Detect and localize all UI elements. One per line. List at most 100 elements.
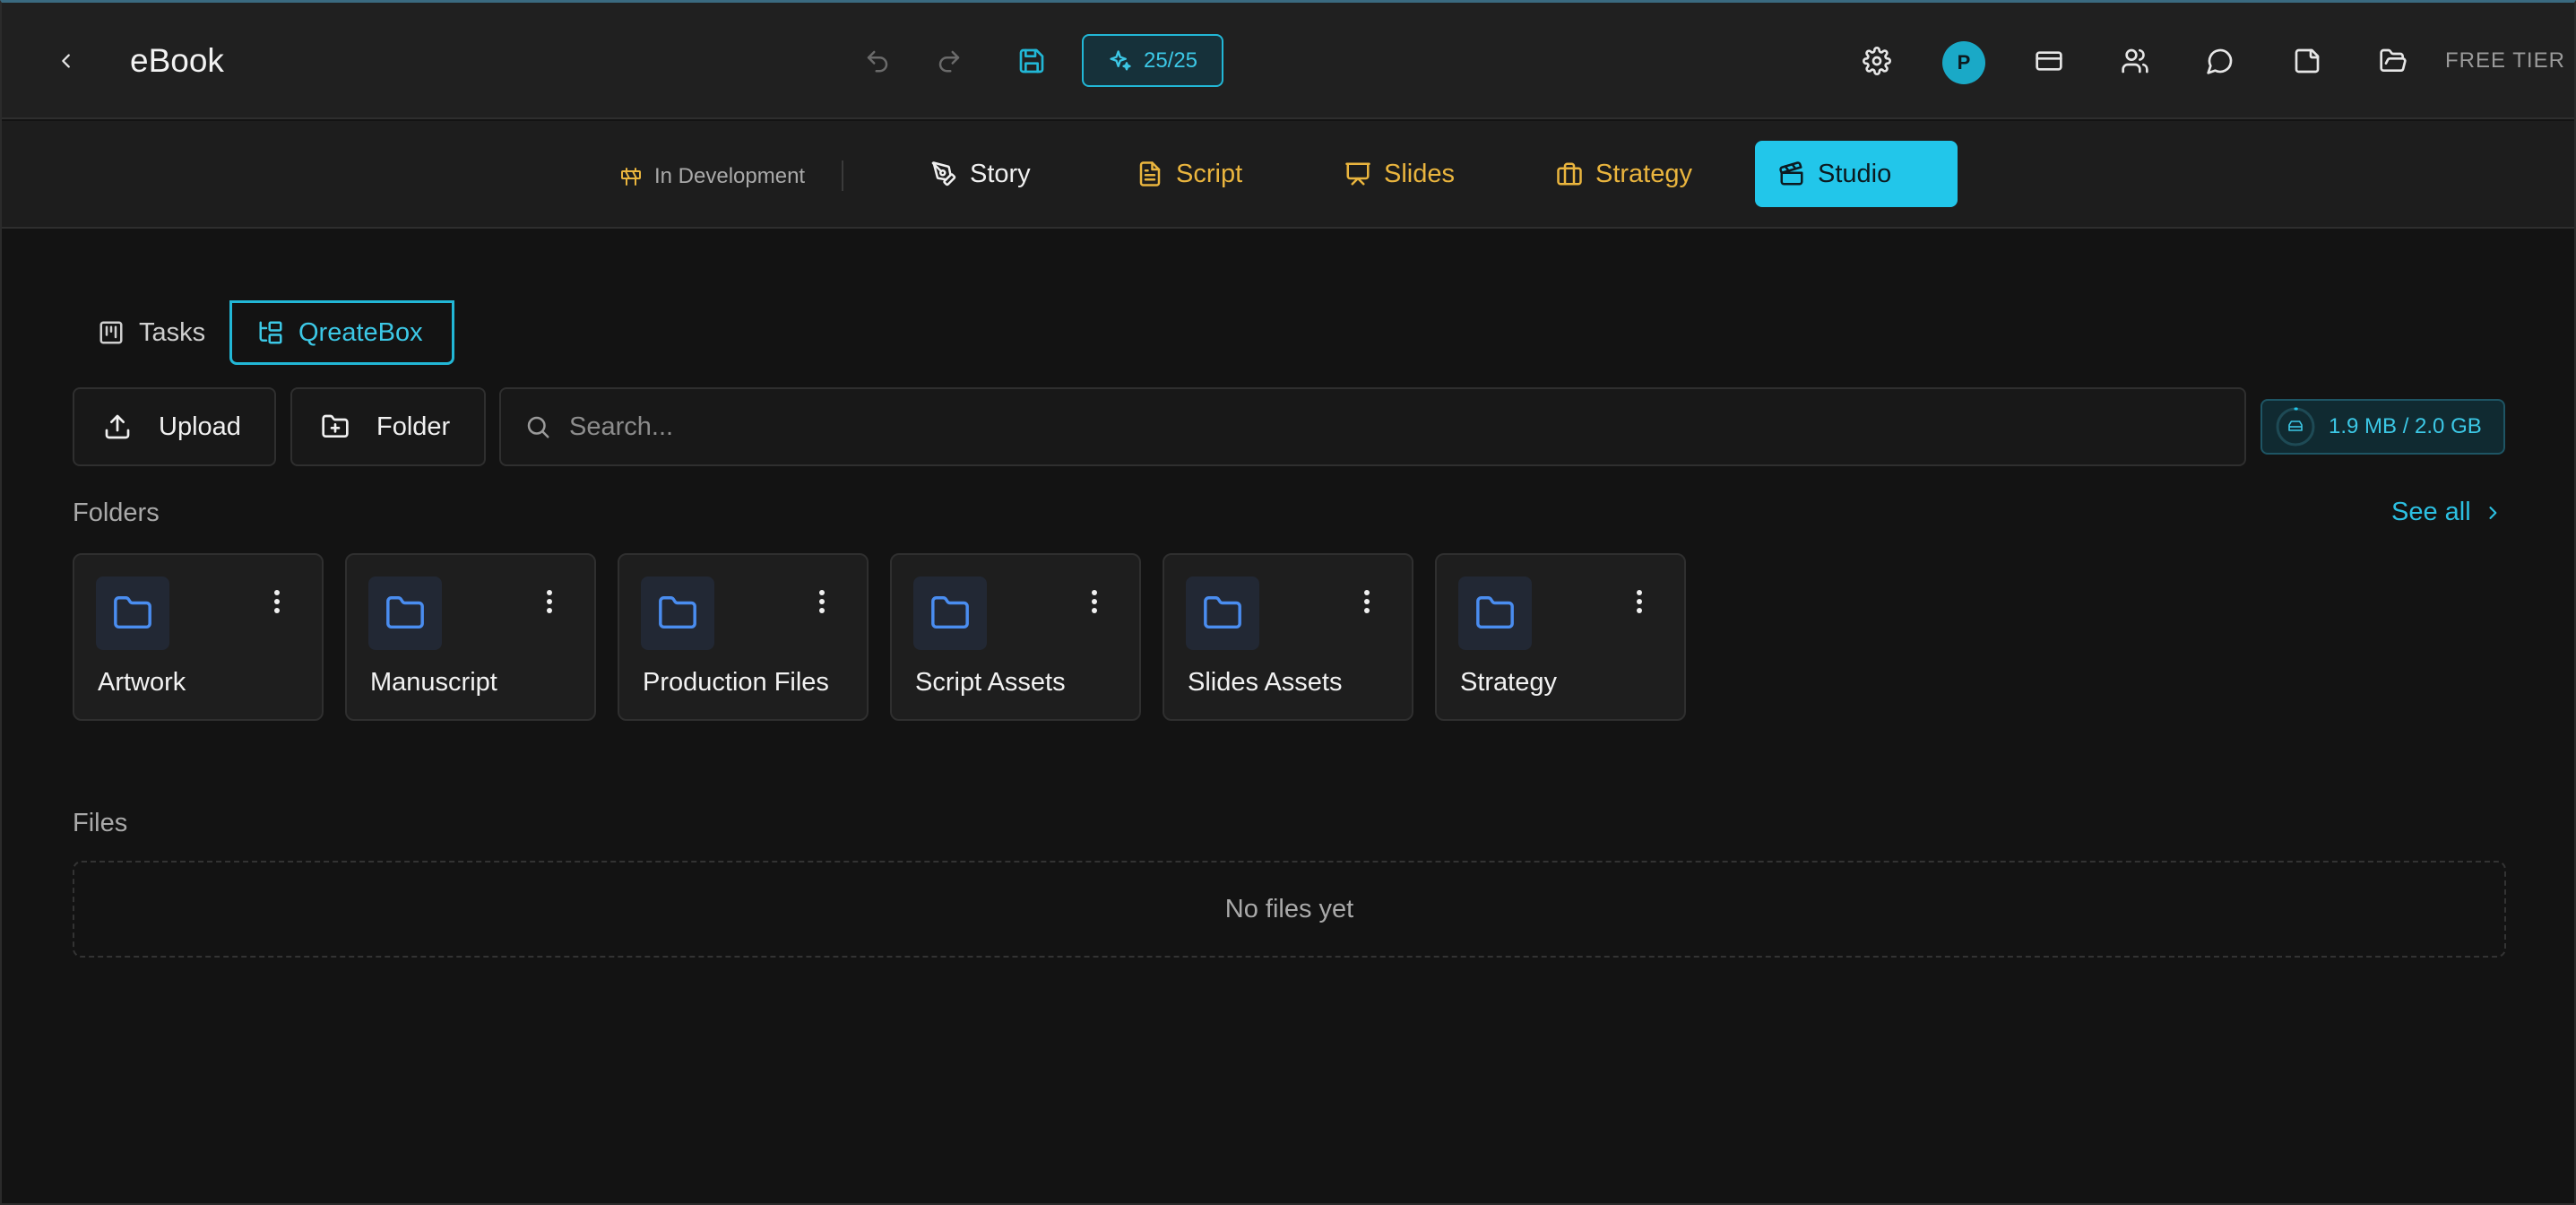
folder-icon-tile [641, 576, 714, 650]
see-all-link[interactable]: See all [2391, 498, 2502, 527]
upload-label: Upload [159, 412, 241, 442]
more-vertical-icon [273, 589, 281, 614]
tab-story[interactable]: Story [907, 141, 1054, 207]
folder-tree-icon [257, 319, 284, 346]
folder-icon-tile [96, 576, 169, 650]
new-folder-button[interactable]: Folder [290, 387, 486, 466]
folder-card[interactable]: Slides Assets [1163, 553, 1413, 721]
storage-usage-badge: 1.9 MB / 2.0 GB [2260, 399, 2505, 455]
files-heading: Files [73, 809, 127, 838]
folder-icon [112, 593, 153, 634]
folder-card[interactable]: Production Files [618, 553, 869, 721]
redo-icon [936, 48, 963, 74]
folder-menu-button[interactable] [540, 584, 558, 620]
chevron-right-icon [2484, 504, 2502, 522]
chevron-left-icon [56, 51, 76, 71]
tab-studio-label: Studio [1818, 160, 1891, 189]
pen-nib-icon [930, 160, 957, 187]
tab-strategy[interactable]: Strategy [1533, 141, 1716, 207]
page-title: eBook [130, 40, 224, 82]
more-vertical-icon [1636, 589, 1643, 614]
undo-button[interactable] [858, 41, 897, 81]
storage-gauge-icon [2275, 406, 2316, 447]
redo-button[interactable] [929, 41, 969, 81]
folder-menu-button[interactable] [1085, 584, 1103, 620]
users-icon [2121, 47, 2149, 75]
empty-state-text: No files yet [1225, 895, 1353, 924]
sticky-note-icon [2293, 47, 2321, 75]
folder-name: Artwork [98, 668, 186, 698]
tab-slides[interactable]: Slides [1321, 141, 1478, 207]
upload-button[interactable]: Upload [73, 387, 276, 466]
gear-icon [1863, 47, 1891, 75]
plan-tier-label: FREE TIER [2445, 48, 2565, 74]
folder-icon [1202, 593, 1243, 634]
search-input[interactable] [569, 412, 2183, 442]
search-bar [499, 387, 2246, 466]
kanban-icon [98, 319, 125, 346]
more-vertical-icon [1363, 589, 1370, 614]
files-empty-state: No files yet [73, 861, 2506, 958]
folder-open-icon [2379, 47, 2407, 75]
avatar[interactable]: P [1942, 41, 1985, 84]
chat-button[interactable] [2200, 41, 2240, 81]
save-button[interactable] [1012, 41, 1051, 81]
divider [842, 160, 843, 191]
subtab-qreatebox-label: QreateBox [298, 318, 423, 348]
folder-icon [385, 593, 426, 634]
folder-menu-button[interactable] [1358, 584, 1376, 620]
files-button[interactable] [2373, 41, 2413, 81]
presentation-icon [1344, 160, 1371, 187]
folder-card[interactable]: Artwork [73, 553, 324, 721]
undo-icon [864, 48, 891, 74]
tab-strategy-label: Strategy [1595, 160, 1692, 189]
project-nav-bar: In Development Story Script Slides Strat… [2, 121, 2574, 229]
top-bar: eBook 25/25 P [2, 3, 2574, 119]
document-icon [1137, 160, 1163, 187]
folder-name: Strategy [1460, 668, 1557, 698]
tab-script[interactable]: Script [1113, 141, 1266, 207]
notes-button[interactable] [2287, 41, 2327, 81]
upload-icon [103, 412, 132, 441]
new-folder-label: Folder [376, 412, 450, 442]
folder-menu-button[interactable] [813, 584, 831, 620]
tab-slides-label: Slides [1384, 160, 1455, 189]
folder-card[interactable]: Strategy [1435, 553, 1686, 721]
settings-button[interactable] [1857, 41, 1897, 81]
subtab-qreatebox[interactable]: QreateBox [229, 300, 454, 365]
clapperboard-icon [1778, 160, 1805, 187]
subtab-tasks[interactable]: Tasks [73, 300, 230, 365]
billing-button[interactable] [2029, 41, 2069, 81]
construction-icon [620, 166, 642, 187]
folder-icon [929, 593, 971, 634]
folder-name: Slides Assets [1188, 668, 1342, 698]
storage-text: 1.9 MB / 2.0 GB [2329, 414, 2482, 439]
folder-name: Manuscript [370, 668, 497, 698]
sparkles-icon [1108, 48, 1133, 74]
tab-script-label: Script [1176, 160, 1242, 189]
folder-menu-button[interactable] [1630, 584, 1648, 620]
folder-name: Script Assets [915, 668, 1066, 698]
tab-studio[interactable]: Studio [1755, 141, 1958, 207]
back-button[interactable] [48, 40, 84, 82]
folder-menu-button[interactable] [268, 584, 286, 620]
briefcase-icon [1556, 160, 1583, 187]
folder-card[interactable]: Script Assets [890, 553, 1141, 721]
credit-card-icon [2035, 47, 2063, 75]
more-vertical-icon [818, 589, 826, 614]
see-all-label: See all [2391, 498, 2471, 527]
folder-icon-tile [913, 576, 987, 650]
status-badge: In Development [620, 160, 805, 193]
ai-credits-button[interactable]: 25/25 [1082, 34, 1223, 87]
folders-heading: Folders [73, 498, 160, 528]
search-icon [524, 413, 551, 440]
folder-icon-tile [1458, 576, 1532, 650]
folder-icon-tile [368, 576, 442, 650]
team-button[interactable] [2115, 41, 2155, 81]
tab-story-label: Story [970, 160, 1031, 189]
folder-name: Production Files [643, 668, 829, 698]
more-vertical-icon [546, 589, 553, 614]
folder-icon [657, 593, 698, 634]
folder-card[interactable]: Manuscript [345, 553, 596, 721]
credits-count: 25/25 [1144, 48, 1197, 74]
